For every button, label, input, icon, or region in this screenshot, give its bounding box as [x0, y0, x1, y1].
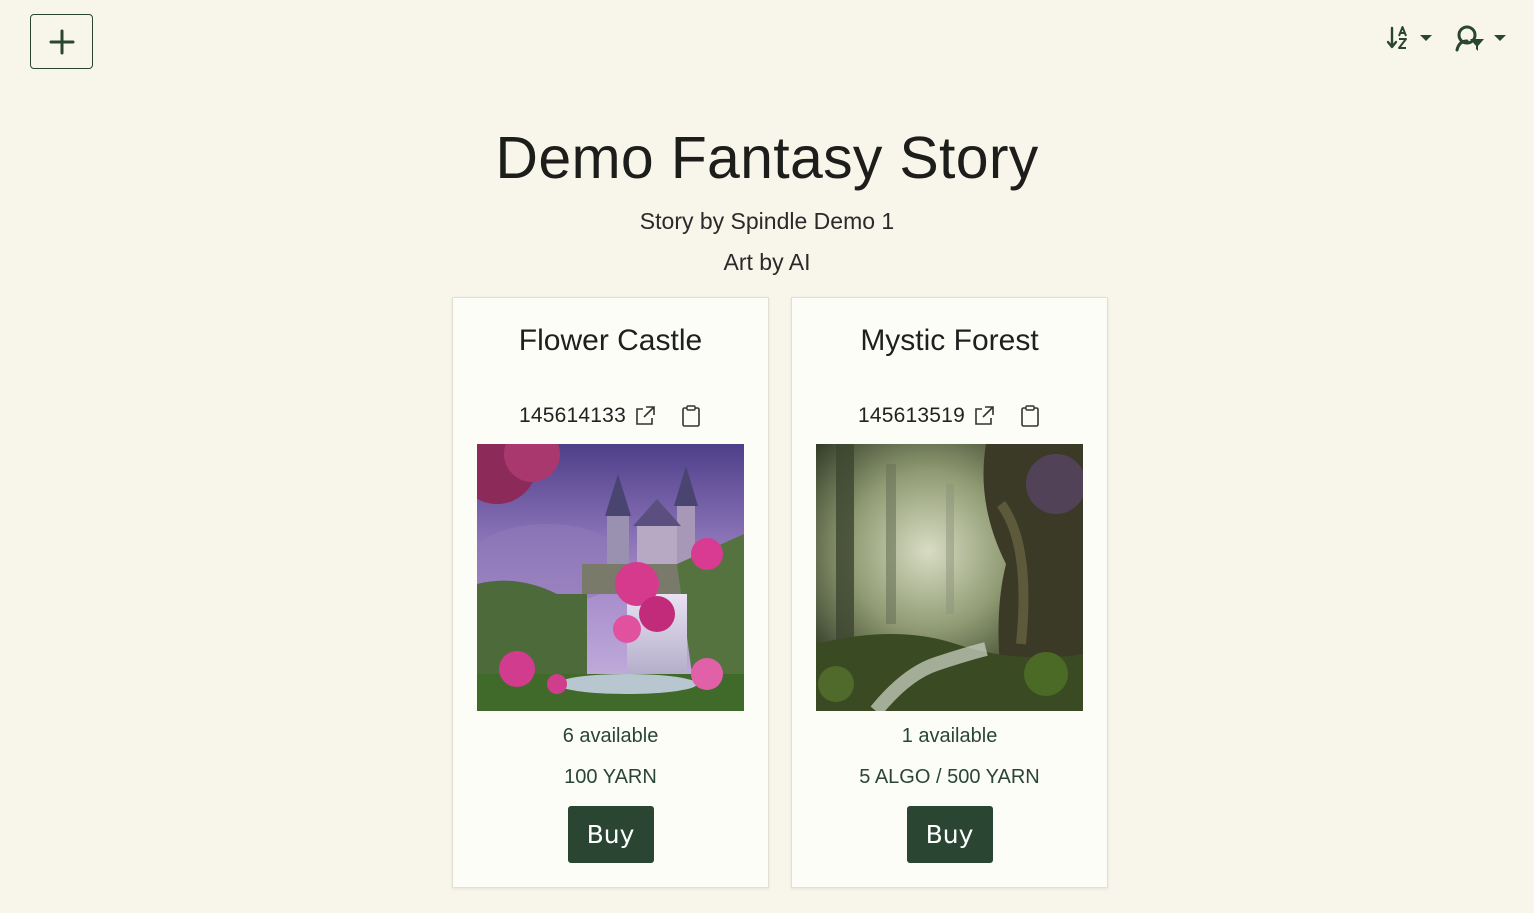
user-filter-icon — [1455, 25, 1484, 52]
asset-id: 145614133 — [519, 404, 626, 427]
nft-card: Mystic Forest 145613519 1 available 5 AL… — [791, 297, 1108, 888]
card-title: Flower Castle — [518, 324, 703, 357]
plus-icon — [49, 29, 74, 54]
story-header: Demo Fantasy Story Story by Spindle Demo… — [0, 118, 1534, 278]
sort-alpha-icon — [1386, 26, 1407, 49]
page-title: Demo Fantasy Story — [495, 125, 1039, 191]
chevron-down-icon — [1494, 35, 1506, 41]
card-artwork — [477, 444, 744, 711]
add-button[interactable] — [30, 14, 93, 69]
price: 5 ALGO / 500 YARN — [859, 766, 1040, 788]
sort-dropdown[interactable] — [1386, 25, 1432, 51]
external-link-icon[interactable] — [973, 405, 995, 427]
price: 100 YARN — [564, 766, 657, 788]
buy-button[interactable]: Buy — [567, 806, 654, 863]
card-title: Mystic Forest — [860, 324, 1039, 357]
chevron-down-icon — [1420, 35, 1432, 41]
art-credit: Art by AI — [723, 249, 811, 275]
asset-id-row: 145613519 — [792, 404, 1107, 428]
filter-dropdown[interactable] — [1454, 24, 1506, 52]
card-list: Flower Castle 145614133 6 available 100 … — [452, 297, 1108, 888]
top-toolbar — [1386, 24, 1506, 52]
nft-card: Flower Castle 145614133 6 available 100 … — [452, 297, 769, 888]
availability-count: 6 available — [562, 725, 659, 747]
buy-button[interactable]: Buy — [906, 806, 993, 863]
asset-id-row: 145614133 — [453, 404, 768, 428]
availability-count: 1 available — [901, 725, 998, 747]
story-author: Story by Spindle Demo 1 — [639, 208, 895, 234]
external-link-icon[interactable] — [634, 405, 656, 427]
card-artwork — [816, 444, 1083, 711]
asset-id: 145613519 — [858, 404, 965, 427]
clipboard-icon[interactable] — [680, 405, 702, 427]
clipboard-icon[interactable] — [1019, 405, 1041, 427]
